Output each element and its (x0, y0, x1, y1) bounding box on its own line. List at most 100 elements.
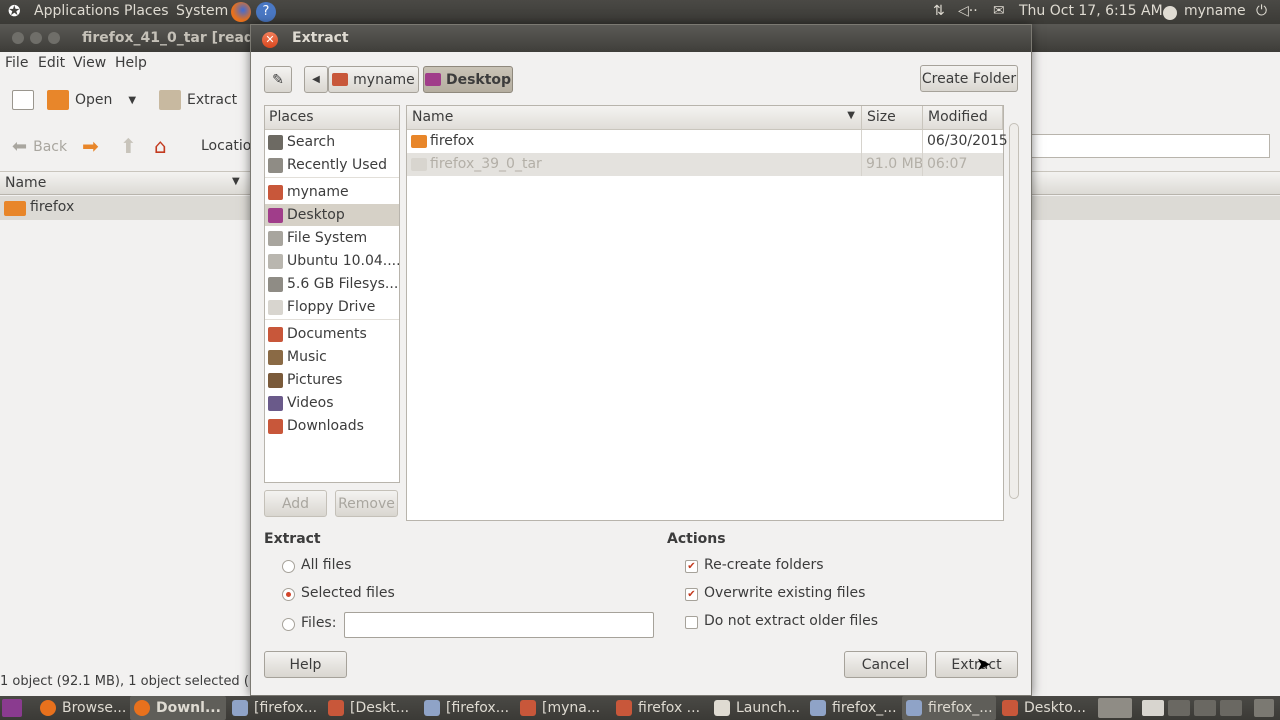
selected-files-radio[interactable] (282, 588, 295, 601)
recreate-folders-label[interactable]: Re-create folders (704, 557, 824, 573)
taskbar-item[interactable]: firefox_... (806, 696, 900, 720)
taskbar-item[interactable]: firefox ... (612, 696, 708, 720)
maximize-icon[interactable] (48, 32, 60, 44)
column-header-name[interactable]: Name ▼ (407, 106, 862, 130)
power-icon[interactable]: ⏻ (1256, 3, 1267, 19)
taskbar-item[interactable]: [firefox... (420, 696, 514, 720)
recreate-folders-checkbox[interactable]: ✔ (685, 560, 698, 573)
extract-dialog: ✕ Extract ✎ ◀ myname Desktop Create Fold… (250, 24, 1032, 696)
up-arrow-icon[interactable]: ⬆ (120, 134, 137, 158)
workspace-3-icon[interactable] (1194, 700, 1216, 716)
system-menu[interactable]: System (176, 3, 228, 19)
workspace-4-icon[interactable] (1220, 700, 1242, 716)
path-button-desktop[interactable]: Desktop (423, 66, 513, 93)
files-pattern-radio[interactable] (282, 618, 295, 631)
archive-column-header[interactable]: Name ▼ (0, 171, 250, 195)
create-folder-button[interactable]: Create Folder (920, 65, 1018, 92)
menu-view[interactable]: View (73, 55, 106, 71)
pencil-icon: ✎ (272, 71, 284, 88)
files-pattern-label[interactable]: Files: (301, 615, 336, 631)
add-bookmark-button[interactable]: Add (264, 490, 327, 517)
sidebar-item-ubuntu-10-04[interactable]: Ubuntu 10.04.... (265, 250, 399, 272)
sidebar-item-recently-used[interactable]: Recently Used (265, 154, 399, 176)
taskbar-item-label: [myna... (542, 700, 601, 716)
sidebar-item-music[interactable]: Music (265, 346, 399, 368)
forward-arrow-icon[interactable]: ➡ (82, 134, 99, 158)
chevron-down-icon[interactable]: ▼ (128, 95, 136, 106)
taskbar-item[interactable]: Downl... (130, 696, 226, 720)
remove-bookmark-button[interactable]: Remove (335, 490, 398, 517)
home-folder-icon (268, 184, 283, 200)
no-older-files-checkbox[interactable] (685, 616, 698, 629)
sidebar-item-myname[interactable]: myname (265, 181, 399, 203)
sidebar-item-5-6-gb-filesys[interactable]: 5.6 GB Filesys... (265, 273, 399, 295)
sidebar-item-desktop[interactable]: Desktop (265, 204, 399, 226)
places-menu[interactable]: Places (124, 3, 169, 19)
extract-toolbar-button[interactable]: Extract (159, 90, 237, 110)
no-older-files-label[interactable]: Do not extract older files (704, 613, 878, 629)
sidebar-item-downloads[interactable]: Downloads (265, 415, 399, 437)
trash-icon[interactable] (1254, 699, 1274, 717)
show-desktop-icon[interactable] (2, 699, 22, 717)
sidebar-item-pictures[interactable]: Pictures (265, 369, 399, 391)
back-button[interactable]: ⬅ Back (12, 136, 67, 157)
sidebar-item-file-system[interactable]: File System (265, 227, 399, 249)
sidebar-item-documents[interactable]: Documents (265, 323, 399, 345)
home-icon[interactable]: ⌂ (154, 134, 167, 158)
file-row[interactable]: firefox 06/30/2015 (407, 130, 1008, 153)
username-menu[interactable]: myname (1184, 3, 1246, 19)
taskbar-item[interactable]: firefox_... (902, 696, 996, 720)
sidebar-item-floppy-drive[interactable]: Floppy Drive (265, 296, 399, 318)
taskbar-item[interactable]: Deskto... (998, 696, 1090, 720)
files-pattern-input[interactable] (344, 612, 654, 638)
mail-icon[interactable]: ✉ (993, 3, 1005, 19)
taskbar-item-label: [firefox... (254, 700, 318, 716)
workspace-switcher-icon[interactable] (1098, 698, 1132, 718)
new-archive-button[interactable] (12, 90, 34, 110)
taskbar-item[interactable]: Browse... (36, 696, 128, 720)
workspace-2-icon[interactable] (1168, 700, 1190, 716)
network-icon[interactable]: ⇅ (933, 3, 945, 19)
type-location-button[interactable]: ✎ (264, 66, 292, 93)
overwrite-files-checkbox[interactable]: ✔ (685, 588, 698, 601)
workspace-1-icon[interactable] (1142, 700, 1164, 716)
column-header-modified[interactable]: Modified (923, 106, 1003, 130)
file-list-scrollbar[interactable] (1008, 105, 1020, 521)
firefox-launcher-icon[interactable] (231, 2, 251, 22)
help-button[interactable]: Help (264, 651, 347, 678)
path-button-myname[interactable]: myname (328, 66, 419, 93)
sidebar-item-videos[interactable]: Videos (265, 392, 399, 414)
column-header-size[interactable]: Size (862, 106, 923, 130)
volume-icon[interactable]: ◁·· (958, 3, 978, 19)
file-row[interactable]: firefox_39_0_tar 91.0 MB 06:07 (407, 153, 1003, 176)
table-row[interactable]: firefox (0, 196, 250, 220)
close-icon[interactable] (12, 32, 24, 44)
pictures-folder-icon (268, 372, 283, 388)
taskbar-item[interactable]: Launch... (710, 696, 804, 720)
taskbar-item[interactable]: [Deskt... (324, 696, 416, 720)
selected-files-label[interactable]: Selected files (301, 585, 395, 601)
cancel-button[interactable]: Cancel (844, 651, 927, 678)
ubuntu-logo-icon[interactable]: ✪ (8, 2, 24, 20)
open-button[interactable]: Open ▼ (47, 90, 136, 110)
taskbar-item[interactable]: [myna... (516, 696, 610, 720)
menu-help[interactable]: Help (115, 55, 147, 71)
help-icon[interactable]: ? (256, 2, 276, 22)
all-files-radio[interactable] (282, 560, 295, 573)
menu-edit[interactable]: Edit (38, 55, 65, 71)
sidebar-item-search[interactable]: Search (265, 131, 399, 153)
scrollbar-thumb[interactable] (1009, 123, 1019, 499)
overwrite-files-label[interactable]: Overwrite existing files (704, 585, 865, 601)
path-left-button[interactable]: ◀ (304, 66, 328, 93)
clock-text[interactable]: Thu Oct 17, 6:15 AM (1019, 3, 1163, 19)
places-header[interactable]: Places (265, 106, 399, 130)
location-field[interactable] (1030, 134, 1270, 158)
taskbar-item[interactable]: [firefox... (228, 696, 322, 720)
minimize-icon[interactable] (30, 32, 42, 44)
menu-file[interactable]: File (5, 55, 28, 71)
close-icon[interactable]: ✕ (262, 32, 278, 48)
open-label: Open (75, 92, 113, 108)
applications-menu[interactable]: Applications (34, 3, 120, 19)
table-row-right[interactable] (1030, 196, 1280, 220)
all-files-label[interactable]: All files (301, 557, 351, 573)
